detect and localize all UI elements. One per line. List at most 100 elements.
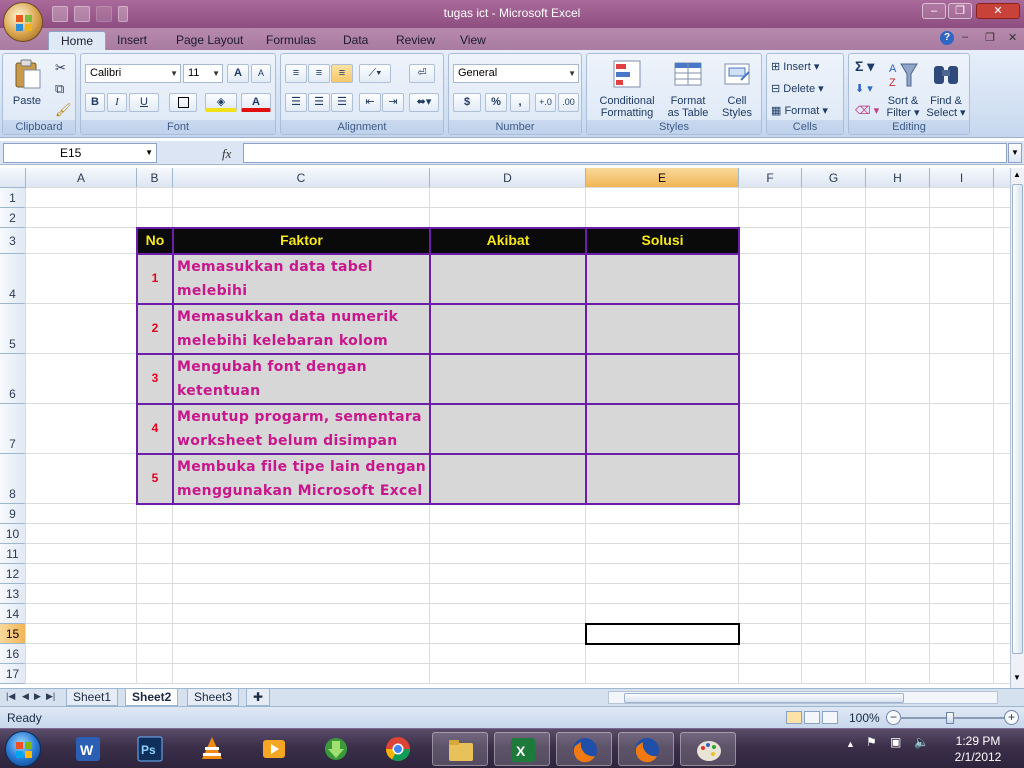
number-format-select[interactable]: General ▼ xyxy=(453,64,579,83)
expand-formula-bar-icon[interactable]: ▼ xyxy=(1008,143,1022,163)
copy-icon[interactable]: ⧉ xyxy=(55,81,64,97)
media-player-taskbar-icon[interactable] xyxy=(246,732,302,766)
zoom-in-button[interactable]: + xyxy=(1004,710,1019,725)
start-button[interactable] xyxy=(5,731,41,767)
row-header-14[interactable]: 14 xyxy=(0,604,26,624)
align-right-button[interactable]: ☰ xyxy=(331,93,353,112)
zoom-out-button[interactable]: − xyxy=(886,710,901,725)
photoshop-taskbar-icon[interactable]: Ps xyxy=(122,732,178,766)
row-header-13[interactable]: 13 xyxy=(0,584,26,604)
sheet-tab-sheet3[interactable]: Sheet3 xyxy=(187,689,240,706)
font-color-button[interactable]: A xyxy=(241,93,271,112)
delete-cells-button[interactable]: ⊟ Delete ▾ xyxy=(771,82,824,95)
ribbon-close-icon[interactable]: ✕ xyxy=(1008,31,1017,44)
page-layout-view-icon[interactable] xyxy=(804,711,820,724)
tab-view[interactable]: View xyxy=(460,31,486,50)
formula-input[interactable] xyxy=(243,143,1007,163)
first-sheet-icon[interactable]: |◀ xyxy=(6,691,15,702)
cut-icon[interactable]: ✂ xyxy=(55,60,66,76)
table-cell-no[interactable]: 5 xyxy=(136,453,174,505)
column-header-f[interactable]: F xyxy=(739,168,802,188)
table-cell-akibat[interactable] xyxy=(429,453,587,505)
column-header-c[interactable]: C xyxy=(173,168,430,188)
row-header-15[interactable]: 15 xyxy=(0,624,26,644)
format-painter-icon[interactable]: 🖌 xyxy=(55,102,72,118)
firefox-taskbar-icon-1[interactable] xyxy=(556,732,612,766)
tab-insert[interactable]: Insert xyxy=(117,31,147,50)
decrease-indent-button[interactable]: ⇤ xyxy=(359,93,381,112)
vlc-taskbar-icon[interactable] xyxy=(184,732,240,766)
table-cell-faktor[interactable]: Membuka file tipe lain dengan menggunakan… xyxy=(172,453,431,505)
row-header-1[interactable]: 1 xyxy=(0,188,26,208)
insert-cells-button[interactable]: ⊞ Insert ▾ xyxy=(771,60,819,73)
row-header-9[interactable]: 9 xyxy=(0,504,26,524)
table-cell-solusi[interactable] xyxy=(585,303,740,355)
shrink-font-button[interactable]: A xyxy=(251,64,271,83)
wrap-text-button[interactable]: ⏎ xyxy=(409,64,435,83)
table-header-solusi[interactable]: Solusi xyxy=(585,227,740,255)
increase-indent-button[interactable]: ⇥ xyxy=(382,93,404,112)
horizontal-scroll-thumb[interactable] xyxy=(624,693,904,703)
chrome-taskbar-icon[interactable] xyxy=(370,732,426,766)
ribbon-minimize-icon[interactable]: ‒ xyxy=(962,31,968,43)
name-box[interactable]: E15 ▼ xyxy=(3,143,157,163)
currency-button[interactable]: $ xyxy=(453,93,481,112)
table-cell-akibat[interactable] xyxy=(429,303,587,355)
percent-button[interactable]: % xyxy=(485,93,507,112)
select-all-corner[interactable] xyxy=(0,168,26,188)
table-cell-akibat[interactable] xyxy=(429,253,587,305)
row-header-11[interactable]: 11 xyxy=(0,544,26,564)
row-header-7[interactable]: 7 xyxy=(0,404,26,454)
vertical-scrollbar[interactable]: ▲ ▼ xyxy=(1010,168,1024,688)
firefox-taskbar-icon-2[interactable] xyxy=(618,732,674,766)
table-cell-faktor[interactable]: Memasukkan data numerik melebihi kelebara… xyxy=(172,303,431,355)
column-header-b[interactable]: B xyxy=(137,168,173,188)
row-header-5[interactable]: 5 xyxy=(0,304,26,354)
format-as-table-button[interactable]: Format as Table xyxy=(663,58,713,119)
autosum-button[interactable]: Σ ▾ xyxy=(855,58,874,75)
tab-home[interactable]: Home xyxy=(48,31,107,50)
row-header-17[interactable]: 17 xyxy=(0,664,26,684)
merge-center-button[interactable]: ⬌▾ xyxy=(409,93,439,112)
taskbar-clock[interactable]: 1:29 PM 2/1/2012 xyxy=(938,733,1018,765)
table-cell-no[interactable]: 4 xyxy=(136,403,174,455)
scroll-thumb[interactable] xyxy=(1012,184,1023,654)
last-sheet-icon[interactable]: ▶| xyxy=(46,691,55,702)
column-header-h[interactable]: H xyxy=(866,168,930,188)
table-cell-faktor[interactable]: Memasukkan data tabel melebihikelebaran … xyxy=(172,253,431,323)
column-header-e[interactable]: E xyxy=(586,168,739,188)
page-break-view-icon[interactable] xyxy=(822,711,838,724)
column-header-a[interactable]: A xyxy=(26,168,137,188)
tab-formulas[interactable]: Formulas xyxy=(266,31,316,50)
align-middle-button[interactable]: ≡ xyxy=(308,64,330,83)
table-cell-solusi[interactable] xyxy=(585,453,740,505)
help-icon[interactable]: ? xyxy=(940,31,954,45)
column-header-i[interactable]: I xyxy=(930,168,994,188)
row-header-10[interactable]: 10 xyxy=(0,524,26,544)
prev-sheet-icon[interactable]: ◀ xyxy=(22,691,29,702)
italic-button[interactable]: I xyxy=(107,93,127,112)
row-header-8[interactable]: 8 xyxy=(0,454,26,504)
column-header-d[interactable]: D xyxy=(430,168,586,188)
paste-button[interactable]: Paste xyxy=(7,58,47,107)
normal-view-icon[interactable] xyxy=(786,711,802,724)
table-cell-solusi[interactable] xyxy=(585,253,740,305)
orientation-button[interactable]: ⟋▾ xyxy=(359,64,391,83)
close-button[interactable]: ✕ xyxy=(976,3,1020,19)
column-header-g[interactable]: G xyxy=(802,168,866,188)
row-header-12[interactable]: 12 xyxy=(0,564,26,584)
next-sheet-icon[interactable]: ▶ xyxy=(34,691,41,702)
minimize-button[interactable]: ‒ xyxy=(922,3,946,19)
explorer-taskbar-icon[interactable] xyxy=(432,732,488,766)
show-hidden-icons[interactable]: ▲ xyxy=(846,739,855,749)
find-select-button[interactable]: Find & Select ▾ xyxy=(925,58,967,119)
scroll-up-icon[interactable]: ▲ xyxy=(1013,170,1021,179)
align-center-button[interactable]: ☰ xyxy=(308,93,330,112)
row-header-16[interactable]: 16 xyxy=(0,644,26,664)
zoom-slider-handle[interactable] xyxy=(946,712,954,724)
horizontal-scrollbar[interactable] xyxy=(608,691,998,704)
decrease-decimal-button[interactable]: .00 xyxy=(558,93,579,112)
table-cell-solusi[interactable] xyxy=(585,403,740,455)
action-center-icon[interactable]: ⚑ xyxy=(866,735,877,749)
table-cell-no[interactable]: 1 xyxy=(136,253,174,305)
